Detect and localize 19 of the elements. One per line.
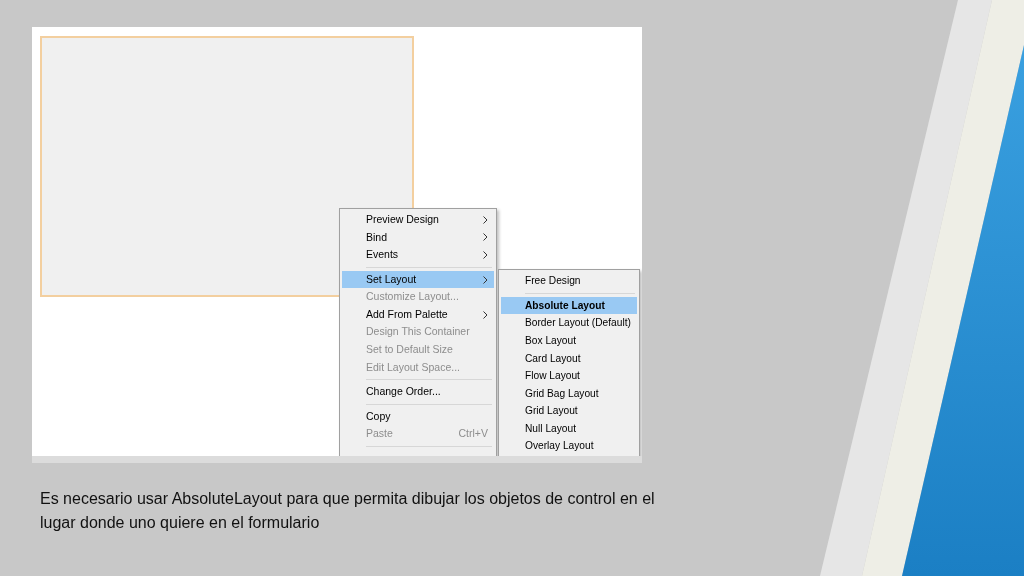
menu-item[interactable]: Preview Design [342, 211, 494, 229]
menu-item[interactable]: Copy [342, 407, 494, 426]
menu-item[interactable]: Grid Layout [501, 402, 637, 420]
menu-item[interactable]: Events [342, 246, 494, 264]
menu-item[interactable]: Absolute Layout [501, 296, 637, 315]
menu-item[interactable]: Add From Palette [342, 305, 494, 324]
shortcut-text: Ctrl+V [458, 426, 488, 442]
menu-item[interactable]: Grid Bag Layout [501, 384, 637, 403]
menu-item[interactable]: Null Layout [501, 419, 637, 438]
menu-item[interactable]: Free Design [501, 272, 637, 290]
menu-item[interactable]: Change Order... [342, 383, 494, 401]
menu-item[interactable]: Set Layout [342, 270, 494, 289]
menu-item[interactable]: Border Layout (Default) [501, 314, 637, 332]
menu-item[interactable]: Overlay Layout [501, 437, 637, 455]
menu-item[interactable]: Box Layout [501, 331, 637, 350]
caption-text: Es necesario usar AbsoluteLayout para que permita dibujar los objetos de control en el lugar donde uno quiere en el formulario [40, 489, 656, 533]
menu-item[interactable]: Bind [342, 228, 494, 247]
menu-item[interactable]: Card Layout [501, 349, 637, 367]
menu-item[interactable]: Flow Layout [501, 366, 637, 385]
